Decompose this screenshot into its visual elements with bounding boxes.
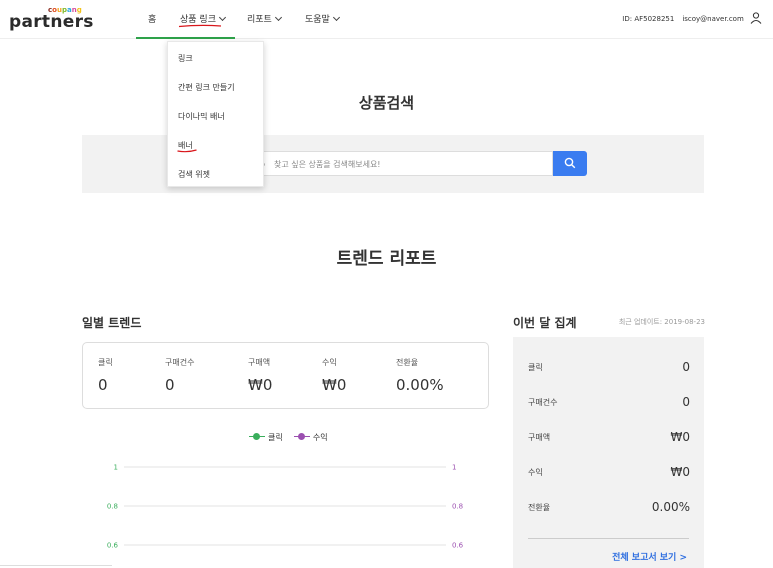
left-axis-tick-label: 0.6: [107, 542, 119, 550]
trend-report-title: 트렌드 리포트: [336, 249, 437, 269]
monthly-label-conversion: 전환율: [528, 503, 551, 512]
dropdown-item-dynamic-banner[interactable]: 다이나믹 배너: [178, 111, 225, 122]
monthly-value-sales: ₩0: [670, 430, 691, 444]
user-icon[interactable]: [750, 12, 762, 24]
left-axis-tick-label: 1: [114, 464, 118, 472]
metric-value-revenue: ₩0: [322, 376, 347, 394]
monthly-label-clicks: 클릭: [528, 363, 543, 372]
monthly-label-orders: 구매건수: [528, 398, 558, 407]
right-axis-tick-label: 0.6: [452, 542, 464, 550]
account-email[interactable]: iscoy@naver.com: [682, 15, 743, 23]
account-id: ID: AF5028251: [622, 15, 675, 23]
metric-label-orders: 구매건수: [165, 358, 195, 367]
monthly-label-sales: 구매액: [528, 433, 551, 442]
monthly-divider: [528, 538, 689, 539]
full-report-link[interactable]: 전체 보고서 보기 >: [612, 550, 687, 563]
metric-value-sales: ₩0: [248, 376, 273, 394]
last-updated-text: 최근 업데이트: 2019-08-23: [618, 318, 705, 326]
legend-marker-revenue: [293, 433, 310, 441]
nav-home-label: 홈: [148, 15, 157, 25]
nav-help[interactable]: 도움말: [305, 12, 340, 25]
daily-trend-chart: 1 1 0.8 0.8 0.6 0.6: [107, 464, 464, 550]
monthly-value-clicks: 0: [682, 360, 690, 374]
monthly-value-orders: 0: [682, 395, 690, 409]
monthly-summary-title: 이번 달 집계: [513, 316, 577, 330]
monthly-value-revenue: ₩0: [670, 465, 691, 479]
nav-report[interactable]: 리포트: [247, 12, 282, 25]
legend-item-revenue[interactable]: 수익: [293, 433, 328, 442]
search-section-title: 상품검색: [358, 94, 415, 112]
legend-label-revenue: 수익: [312, 433, 328, 442]
red-underline-annotation: [178, 24, 222, 28]
right-axis-tick-label: 1: [452, 464, 456, 472]
search-placeholder: 찾고 싶은 상품을 검색해보세요!: [274, 160, 381, 169]
left-axis-tick-label: 0.8: [107, 503, 118, 511]
metric-label-sales: 구매액: [248, 358, 271, 367]
monthly-value-conversion: 0.00%: [651, 500, 690, 514]
top-header: coupang partners 홈 상품 링크 리포트 도움말 ID: AF5…: [0, 0, 773, 39]
legend-marker-clicks: [249, 433, 265, 441]
nav-active-indicator: [136, 37, 235, 39]
metric-label-revenue: 수익: [322, 358, 337, 367]
logo-wordmark: partners: [9, 12, 94, 32]
product-link-dropdown: 링크 간편 링크 만들기 다이나믹 배너 배너 검색 위젯: [167, 41, 264, 187]
metric-value-orders: 0: [165, 376, 175, 394]
coupang-partners-logo[interactable]: coupang partners: [9, 6, 93, 36]
chevron-down-icon: [218, 13, 227, 22]
legend-label-clicks: 클릭: [268, 433, 283, 442]
search-button[interactable]: [553, 151, 587, 176]
chevron-down-icon: [332, 13, 340, 22]
nav-home[interactable]: 홈: [148, 12, 156, 25]
right-axis-tick-label: 0.8: [452, 503, 463, 511]
product-search-input[interactable]: 찾고 싶은 상품을 검색해보세요!: [255, 151, 553, 176]
red-underline-annotation: [177, 149, 197, 153]
legend-item-clicks[interactable]: 클릭: [249, 433, 285, 442]
monthly-summary-card: 클릭 0 구매건수 0 구매액 ₩0 수익 ₩0 전환율 0.00% 전체 보고…: [513, 337, 704, 568]
dropdown-item-easy-link[interactable]: 간편 링크 만들기: [178, 82, 235, 93]
daily-trend-title: 일별 트렌드: [82, 316, 142, 330]
chevron-down-icon: [274, 13, 282, 22]
metric-value-clicks: 0: [98, 376, 108, 394]
nav-help-label: 도움말: [305, 15, 330, 25]
dropdown-item-search-widget[interactable]: 검색 위젯: [178, 169, 210, 180]
daily-metrics-card: 클릭 0 구매건수 0 구매액 ₩0 수익 ₩0 전환율 0.00%: [82, 342, 489, 409]
nav-report-label: 리포트: [247, 15, 272, 25]
metric-label-conversion: 전환율: [396, 358, 419, 367]
account-info: ID: AF5028251 iscoy@naver.com: [614, 12, 762, 24]
monthly-label-revenue: 수익: [528, 468, 543, 477]
dropdown-item-link[interactable]: 링크: [178, 53, 193, 64]
search-icon: [564, 157, 576, 169]
chart-legend: 클릭 수익: [249, 432, 328, 443]
metric-value-conversion: 0.00%: [396, 376, 444, 394]
metric-label-clicks: 클릭: [98, 358, 113, 367]
